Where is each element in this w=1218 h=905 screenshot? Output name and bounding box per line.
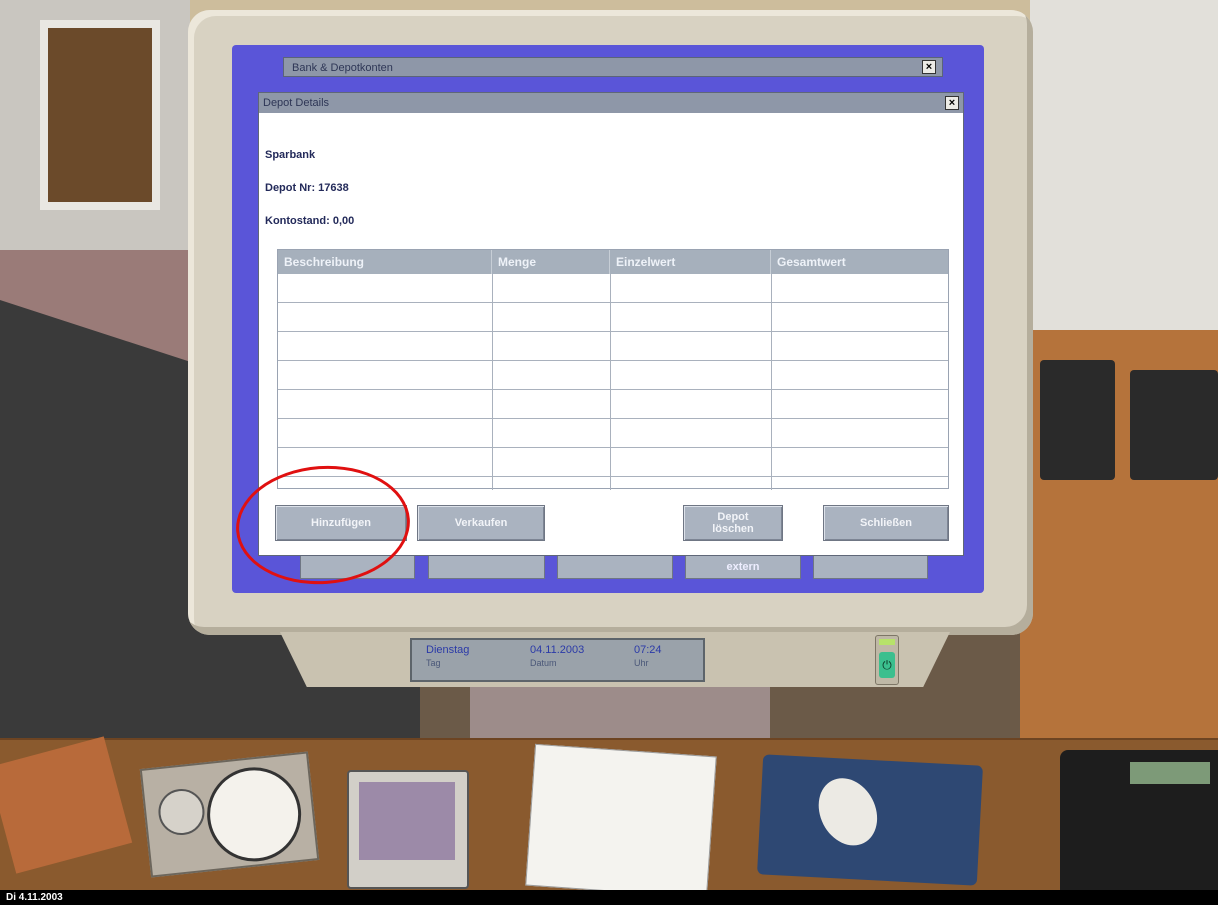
- bank-window-buttons: extern: [300, 555, 928, 579]
- bank-window-titlebar: Bank & Depotkonten ×: [283, 57, 943, 77]
- table-row[interactable]: [278, 448, 948, 477]
- status-date: Di 4.11.2003: [6, 892, 63, 903]
- table-row[interactable]: [278, 332, 948, 361]
- date-time-display: Dienstag Tag 04.11.2003 Datum 07:24 Uhr: [410, 638, 705, 682]
- power-icon[interactable]: ⏻: [879, 652, 895, 678]
- table-row[interactable]: [278, 303, 948, 332]
- bank-window-button-extern[interactable]: extern: [685, 555, 801, 579]
- column-divider: [492, 274, 493, 490]
- table-row[interactable]: [278, 390, 948, 419]
- table-row[interactable]: [278, 361, 948, 390]
- delete-depot-label-1: Depot: [717, 511, 749, 523]
- armchair: [1040, 360, 1115, 480]
- armchair: [1130, 370, 1218, 480]
- bank-name: Sparbank: [265, 149, 316, 161]
- account-balance: Kontostand: 0,00: [265, 215, 355, 227]
- depot-window-titlebar: Depot Details ×: [259, 93, 963, 113]
- mouse-icon[interactable]: [807, 768, 889, 856]
- delete-depot-label-2: löschen: [712, 523, 754, 535]
- clock-device[interactable]: [139, 751, 320, 878]
- phone-display: [1130, 762, 1210, 784]
- mousepad: [757, 754, 983, 886]
- lcd-day-label: Tag: [426, 658, 441, 668]
- telephone[interactable]: [1060, 750, 1218, 890]
- column-divider: [771, 274, 772, 490]
- column-divider: [610, 274, 611, 490]
- bank-window-button-5[interactable]: [813, 555, 928, 579]
- document-stack[interactable]: [525, 743, 717, 899]
- sell-button[interactable]: Verkaufen: [417, 505, 545, 541]
- bank-window-button-2[interactable]: [428, 555, 545, 579]
- building-window: [40, 20, 160, 210]
- column-header-total-value[interactable]: Gesamtwert: [771, 250, 948, 274]
- power-led: [879, 639, 895, 645]
- table-row[interactable]: [278, 419, 948, 448]
- bank-window-title: Bank & Depotkonten: [292, 62, 393, 74]
- clock-icon: [202, 762, 306, 867]
- status-bar: Di 4.11.2003: [0, 890, 1218, 905]
- depot-window-title: Depot Details: [263, 97, 330, 109]
- left-building-wall: [0, 0, 190, 250]
- stopwatch-icon: [156, 786, 207, 838]
- lcd-time: 07:24: [634, 644, 662, 656]
- column-header-quantity[interactable]: Menge: [492, 250, 610, 274]
- depot-table: Beschreibung Menge Einzelwert Gesamtwert: [277, 249, 949, 490]
- table-header: Beschreibung Menge Einzelwert Gesamtwert: [278, 250, 948, 274]
- lcd-time-label: Uhr: [634, 658, 649, 668]
- column-header-description[interactable]: Beschreibung: [278, 250, 492, 274]
- table-body: [278, 274, 948, 490]
- depot-number: Depot Nr: 17638: [265, 182, 349, 194]
- delete-depot-button[interactable]: Depot löschen: [683, 505, 783, 541]
- depot-window-close-icon[interactable]: ×: [945, 96, 959, 110]
- lcd-day: Dienstag: [426, 644, 470, 656]
- table-row[interactable]: [278, 274, 948, 303]
- close-button[interactable]: Schließen: [823, 505, 949, 541]
- lcd-date-label: Datum: [530, 658, 557, 668]
- power-switch[interactable]: ⏻: [875, 635, 899, 685]
- bank-window-close-icon[interactable]: ×: [922, 60, 936, 74]
- pda-device[interactable]: [347, 770, 469, 889]
- bank-window-button-3[interactable]: [557, 555, 673, 579]
- lcd-date: 04.11.2003: [530, 644, 585, 656]
- pda-screen: [359, 782, 455, 860]
- column-header-unit-value[interactable]: Einzelwert: [610, 250, 771, 274]
